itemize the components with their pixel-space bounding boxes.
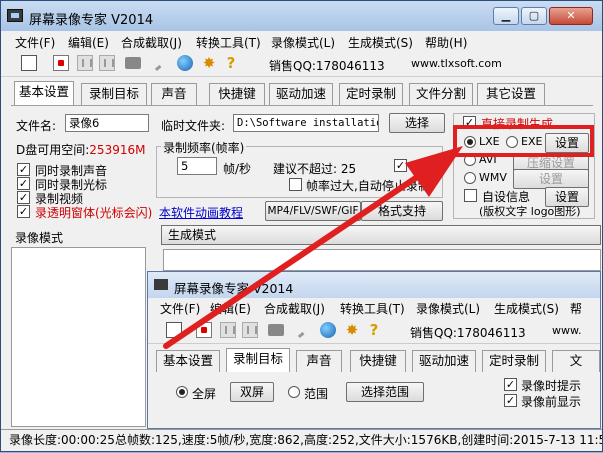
arrow-head xyxy=(405,146,463,197)
arrow-shaft xyxy=(163,168,429,349)
red-arrow-icon xyxy=(163,146,463,349)
main-window: 屏幕录像专家 V2014 ▁ ▢ ✕ 文件(F) 编辑(E) 合成截取(J) 转… xyxy=(0,0,603,452)
